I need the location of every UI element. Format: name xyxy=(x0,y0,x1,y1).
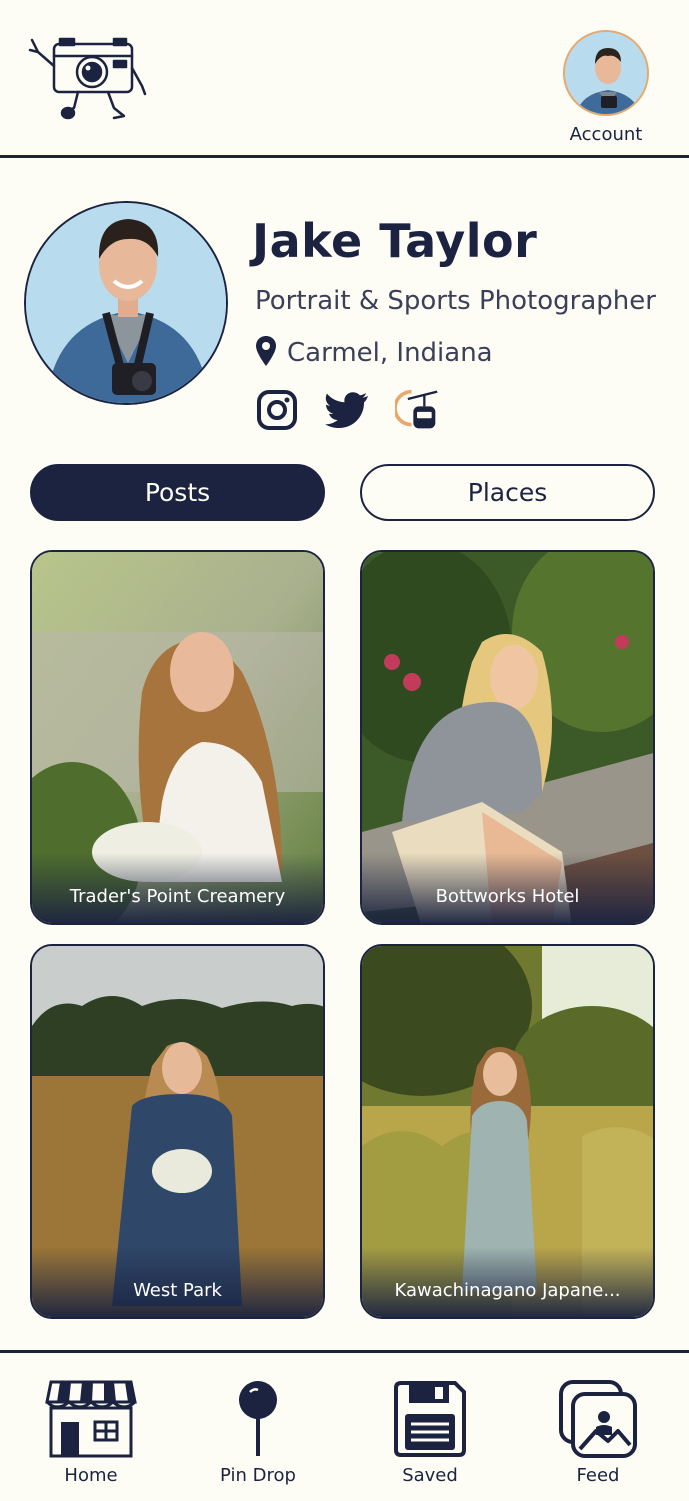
account-button[interactable]: Account xyxy=(561,30,651,145)
profile-photo xyxy=(24,201,228,405)
nav-saved[interactable]: Saved xyxy=(365,1379,495,1486)
post-caption: Kawachinagano Japane... xyxy=(394,1280,621,1301)
profile-tabs: Posts Places xyxy=(30,464,655,522)
gallery-icon xyxy=(533,1379,663,1459)
post-caption: Trader's Point Creamery xyxy=(69,886,286,907)
post-card[interactable]: Kawachinagano Japane... xyxy=(360,944,655,1319)
account-avatar xyxy=(563,30,649,116)
location-text: Carmel, Indiana xyxy=(287,338,493,368)
account-label: Account xyxy=(569,124,643,145)
camera-mascot-icon[interactable] xyxy=(28,36,148,126)
app-header: Account xyxy=(0,0,689,158)
tab-posts[interactable]: Posts xyxy=(30,464,325,521)
nav-home-label: Home xyxy=(64,1465,118,1486)
post-caption: West Park xyxy=(133,1280,222,1301)
bottom-navigation: Home Pin Drop Saved Feed xyxy=(0,1350,689,1501)
nav-feed-label: Feed xyxy=(576,1465,620,1486)
storefront-icon xyxy=(26,1379,156,1459)
post-card[interactable]: Trader's Point Creamery xyxy=(30,550,325,925)
social-links xyxy=(255,388,439,432)
post-card[interactable]: Bottworks Hotel xyxy=(360,550,655,925)
location-pin-icon xyxy=(255,335,277,371)
gondola-icon[interactable] xyxy=(395,388,439,432)
nav-pin-drop[interactable]: Pin Drop xyxy=(193,1379,323,1486)
tab-places[interactable]: Places xyxy=(360,464,655,521)
post-caption: Bottworks Hotel xyxy=(435,886,580,907)
instagram-icon[interactable] xyxy=(255,388,299,432)
nav-pin-drop-label: Pin Drop xyxy=(220,1465,296,1486)
post-card[interactable]: West Park xyxy=(30,944,325,1319)
pin-icon xyxy=(193,1379,323,1459)
nav-feed[interactable]: Feed xyxy=(533,1379,663,1486)
profile-role: Portrait & Sports Photographer xyxy=(255,286,656,316)
profile-name: Jake Taylor xyxy=(252,214,538,268)
twitter-icon[interactable] xyxy=(325,388,369,432)
profile-location: Carmel, Indiana xyxy=(255,335,493,371)
nav-saved-label: Saved xyxy=(402,1465,458,1486)
floppy-disk-icon xyxy=(365,1379,495,1459)
nav-home[interactable]: Home xyxy=(26,1379,156,1486)
